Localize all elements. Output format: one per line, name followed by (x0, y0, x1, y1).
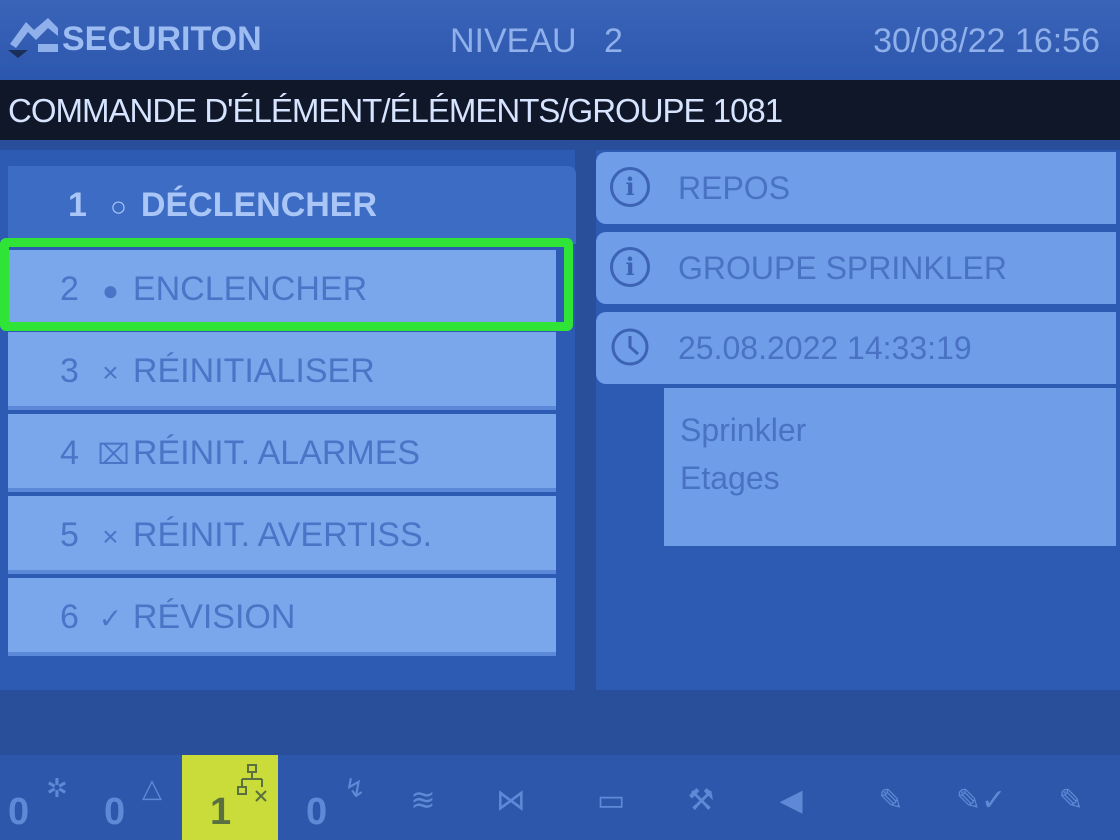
edit-check-icon[interactable]: ✎✓ (950, 773, 1012, 829)
date-time: 30/08/22 16:56 (873, 22, 1100, 60)
menu-item-label: ENCLENCHER (132, 270, 368, 308)
brand-name: SECURITON (62, 20, 262, 58)
info-icon: i (610, 167, 650, 207)
open-circle-icon: ○ (109, 191, 127, 222)
menu-item-label: RÉINIT. ALARMES (132, 434, 421, 472)
reset-alarm-icon: ⌧ (97, 439, 130, 470)
breadcrumb: COMMANDE D'ÉLÉMENT/ÉLÉMENTS/GROUPE 1081 (0, 80, 1120, 140)
horn-icon[interactable]: ◀ (760, 773, 822, 829)
clock-icon (611, 328, 649, 366)
element-timestamp-row: 25.08.2022 14:33:19 (596, 312, 1116, 384)
menu-item-label: RÉINIT. AVERTISS. (132, 516, 433, 554)
element-info-panel: i REPOS i GROUPE SPRINKLER 25.08.2022 14… (596, 150, 1120, 690)
menu-item-reinit-avertiss[interactable]: 5 × RÉINIT. AVERTISS. (8, 496, 556, 574)
sprinkler-icon[interactable]: ≋ (392, 773, 454, 829)
printer-icon[interactable]: ▭ (580, 773, 642, 829)
element-state-row: i REPOS (596, 152, 1116, 224)
menu-item-number: 4 (60, 434, 79, 472)
fault-icon: ↯ (344, 773, 366, 803)
fault-counter[interactable]: 0 ↯ (298, 755, 386, 840)
menu-item-number: 3 (60, 352, 79, 390)
top-bar: SECURITON NIVEAU 2 30/08/22 16:56 (0, 0, 1120, 80)
element-description: Sprinkler Etages (664, 388, 1116, 546)
menu-item-enclencher[interactable]: 2 ● ENCLENCHER (8, 250, 556, 328)
element-state: REPOS (678, 170, 791, 206)
menu-item-label: DÉCLENCHER (140, 186, 378, 224)
description-line: Sprinkler (680, 412, 807, 448)
menu-item-number: 5 (60, 516, 79, 554)
menu-item-number: 2 (60, 270, 79, 308)
info-icon: i (610, 247, 650, 287)
menu-item-reinitialiser[interactable]: 3 × RÉINITIALISER (8, 332, 556, 410)
detector-off-icon[interactable]: ⋈ (480, 773, 542, 829)
command-menu: 1 ○ DÉCLENCHER 2 ● ENCLENCHER 3 × RÉINIT… (0, 150, 576, 690)
alarm-count: 0 (8, 791, 30, 833)
element-type-row: i GROUPE SPRINKLER (596, 232, 1116, 304)
menu-item-label: RÉINITIALISER (132, 352, 375, 390)
menu-item-label: RÉVISION (132, 598, 296, 636)
access-level: NIVEAU 2 (450, 22, 623, 60)
menu-item-reinit-alarmes[interactable]: 4 ⌧ RÉINIT. ALARMES (8, 414, 556, 492)
menu-item-number: 1 (68, 186, 87, 224)
warning-icon: △ (142, 773, 162, 803)
element-timestamp: 25.08.2022 14:33:19 (678, 330, 972, 366)
description-line: Etages (680, 460, 780, 496)
menu-item-declencher[interactable]: 1 ○ DÉCLENCHER (8, 166, 576, 244)
disabled-counter[interactable]: 1 (182, 755, 278, 840)
tool-icon[interactable]: ⚒ (670, 773, 732, 829)
warning-count: 0 (104, 791, 126, 833)
filled-circle-icon: ● (101, 275, 119, 306)
warning-counter[interactable]: 0 △ (96, 755, 184, 840)
status-bar: 0 ✲ 0 △ 1 0 ↯ ≋ ⋈ ▭ ⚒ ◀ ✎ ✎✓ ✎ (0, 755, 1120, 840)
edit-other-icon[interactable]: ✎ (1040, 773, 1102, 829)
element-type: GROUPE SPRINKLER (678, 250, 1007, 286)
check-icon: ✓ (98, 603, 123, 634)
fault-count: 0 (306, 791, 328, 833)
securiton-logo-icon (8, 18, 58, 58)
menu-item-number: 6 (60, 598, 79, 636)
network-disabled-icon (237, 764, 267, 802)
menu-item-revision[interactable]: 6 ✓ RÉVISION (8, 578, 556, 656)
alarm-counter[interactable]: 0 ✲ (0, 755, 88, 840)
cross-icon: × (102, 357, 119, 388)
edit-icon[interactable]: ✎ (860, 773, 922, 829)
cross-icon: × (102, 521, 119, 552)
disabled-count: 1 (210, 791, 232, 833)
alarm-icon: ✲ (46, 773, 68, 803)
